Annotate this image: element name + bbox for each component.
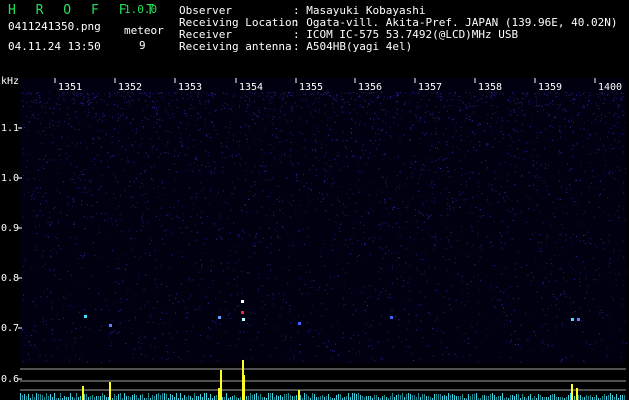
signal-peak: [571, 384, 573, 400]
signal-peak: [576, 388, 578, 400]
time-label: 1357: [418, 82, 442, 93]
echo-mark: [242, 318, 245, 321]
signal-peak: [220, 370, 222, 400]
frequency-label: 1.0: [1, 173, 19, 184]
signal-peak: [298, 390, 300, 400]
signal-peak: [109, 382, 111, 400]
echo-mark: [241, 311, 244, 314]
spectrogram-background: [20, 78, 626, 364]
frequency-label: 0.6: [1, 374, 19, 385]
time-label: 1352: [118, 82, 142, 93]
time-label: 1353: [178, 82, 202, 93]
signal-peak: [218, 388, 220, 400]
signal-peak: [243, 375, 245, 400]
signal-peak: [82, 386, 84, 400]
echo-mark: [298, 322, 301, 325]
frequency-unit: kHz: [1, 76, 19, 87]
echo-mark: [109, 324, 112, 327]
echo-mark: [218, 316, 221, 319]
time-label: 1354: [239, 82, 263, 93]
time-label: 1358: [478, 82, 502, 93]
frequency-label: 0.7: [1, 323, 19, 334]
spectrogram: 1351 1352 1353 1354 1355 1356 1357 1358 1359 1400…: [1, 76, 627, 400]
time-label: 1400: [598, 82, 622, 93]
time-label: 1355: [299, 82, 323, 93]
time-label: 1359: [538, 82, 562, 93]
signal-strength-panel: [20, 360, 626, 400]
time-label: 1356: [358, 82, 382, 93]
frequency-label: 0.9: [1, 223, 19, 234]
frequency-label: 0.8: [1, 273, 19, 284]
frequency-label: 1.1: [1, 123, 19, 134]
echo-mark: [241, 300, 244, 303]
echo-mark: [571, 318, 574, 321]
echo-mark: [390, 316, 393, 319]
echo-mark: [84, 315, 87, 318]
echo-mark: [577, 318, 580, 321]
time-label: 1351: [58, 82, 82, 93]
frequency-axis: kHz 1.1 1.0 0.9 0.8 0.7 0.6: [1, 76, 22, 385]
